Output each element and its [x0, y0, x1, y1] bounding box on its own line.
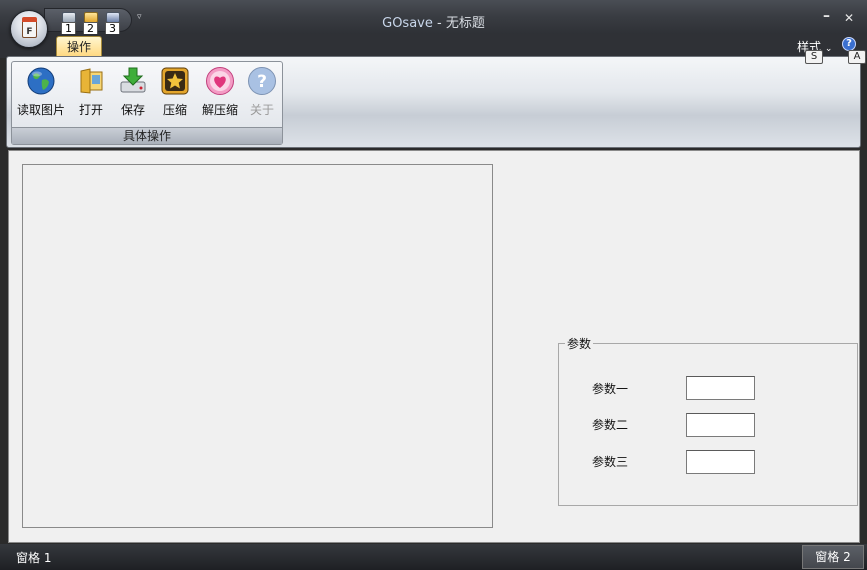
- status-bar: 窗格 1 窗格 2: [0, 544, 867, 570]
- read-image-button[interactable]: 读取图片: [15, 66, 67, 118]
- decompress-label: 解压缩: [201, 103, 238, 117]
- help-icon[interactable]: ?: [842, 37, 856, 51]
- style-keytip: S: [805, 50, 823, 64]
- tab-operations[interactable]: 操作: [56, 36, 102, 58]
- compress-label: 压缩: [162, 103, 187, 117]
- minimize-button[interactable]: –: [823, 8, 830, 24]
- close-button[interactable]: ✕: [844, 11, 854, 25]
- param-3-input[interactable]: [686, 450, 755, 474]
- param-1-input[interactable]: [686, 376, 755, 400]
- open-label: 打开: [78, 103, 103, 117]
- star-icon: [161, 67, 189, 95]
- params-legend: 参数: [565, 335, 594, 352]
- title-bar: 1 2 3 ▿ GOsave - 无标题 – ✕: [0, 0, 867, 38]
- param-2-label: 参数二: [592, 418, 629, 432]
- globe-icon: [27, 67, 55, 95]
- app-name: GOsave: [382, 16, 433, 31]
- question-icon: ?: [248, 67, 276, 95]
- svg-text:?: ?: [257, 72, 267, 92]
- window-title: GOsave - 无标题: [0, 12, 867, 31]
- read-image-label: 读取图片: [16, 103, 65, 117]
- status-pane-1: 窗格 1: [16, 551, 52, 565]
- client-area: 参数 参数一 参数二 参数三: [8, 150, 860, 543]
- app-menu-icon: F: [22, 17, 37, 38]
- chevron-down-icon: ⌄: [824, 44, 833, 54]
- help-keytip: A: [848, 50, 866, 64]
- document-name: 无标题: [445, 16, 485, 31]
- save-label: 保存: [120, 103, 145, 117]
- about-button[interactable]: ? 关于: [244, 66, 280, 118]
- param-3-label: 参数三: [592, 455, 629, 469]
- open-button[interactable]: 打开: [72, 66, 110, 118]
- decompress-button[interactable]: 解压缩: [198, 66, 242, 118]
- compress-button[interactable]: 压缩: [156, 66, 194, 118]
- ribbon-group-label: 具体操作: [12, 127, 282, 144]
- download-icon: [120, 67, 146, 93]
- status-pane-2[interactable]: 窗格 2: [802, 545, 864, 569]
- image-panel[interactable]: [22, 164, 493, 528]
- application-menu-button[interactable]: F: [10, 10, 48, 48]
- param-1-label: 参数一: [592, 382, 629, 396]
- params-groupbox: 参数 参数一 参数二 参数三: [558, 335, 858, 506]
- ribbon-tab-strip: 操作 样式 ⌄ ?: [0, 34, 867, 58]
- title-separator: -: [432, 16, 446, 31]
- heart-icon: [206, 67, 234, 95]
- about-label: 关于: [249, 103, 274, 117]
- ribbon-group-operations: 读取图片 打开 保存 压缩 解压缩 ? 关于 具体操作: [11, 61, 283, 145]
- save-button[interactable]: 保存: [114, 66, 152, 118]
- ribbon: 读取图片 打开 保存 压缩 解压缩 ? 关于 具体操作: [6, 56, 861, 148]
- param-2-input[interactable]: [686, 413, 755, 437]
- folder-icon: [80, 68, 103, 94]
